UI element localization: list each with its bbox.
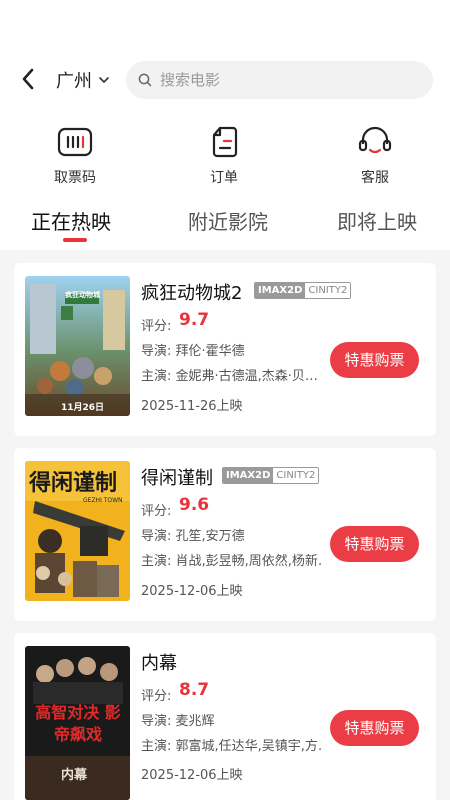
cast-line: 主演: 金妮弗·古德温,杰森·贝…	[141, 369, 318, 384]
movie-score: 8.7	[179, 680, 210, 700]
cast-line: 主演: 肖战,彭昱畅,周依然,杨新…	[141, 554, 323, 569]
ticket-code-icon	[57, 127, 93, 157]
buy-ticket-button[interactable]: 特惠购票	[330, 342, 419, 378]
city-selector[interactable]: 广州	[56, 67, 110, 93]
movie-score: 9.6	[179, 495, 210, 515]
customer-service-button[interactable]: 客服	[335, 122, 415, 187]
release-date: 2025-12-06上映	[141, 584, 243, 599]
poster-title: 得闲谨制	[29, 470, 118, 496]
poster-badge: GEZHI TOWN	[83, 497, 123, 504]
order-label: 订单	[210, 170, 238, 186]
tag-imax: IMAX2D	[255, 283, 306, 298]
movie-card[interactable]: 得闲谨制 GEZHI TOWN 得闲谨制 IMAX2D CINITY2 评分: …	[14, 448, 436, 621]
release-date: 2025-12-06上映	[141, 768, 243, 783]
tab-coming-soon[interactable]: 即将上映	[337, 206, 417, 235]
search-input[interactable]	[160, 71, 400, 89]
tag-cinity: CINITY2	[305, 283, 351, 298]
movie-poster[interactable]: 高智对决 影帝飙戏 内幕	[25, 646, 130, 800]
poster-title: 内幕	[61, 768, 88, 783]
director-line: 导演: 拜伦·霍华德	[141, 344, 245, 359]
ticket-code-label: 取票码	[54, 170, 96, 186]
movie-card[interactable]: 高智对决 影帝飙戏 内幕 内幕 评分: 8.7 导演: 麦兆辉 主演: 郭富城,…	[14, 633, 436, 800]
movie-card[interactable]: 疯狂动物城 11月26日 疯狂动物城2 IMAX2D CINITY2 评分: 9…	[14, 263, 436, 436]
format-tags: IMAX2D CINITY2	[254, 282, 352, 299]
movie-title[interactable]: 疯狂动物城2	[141, 279, 242, 305]
tag-imax: IMAX2D	[223, 468, 274, 483]
search-icon	[138, 73, 152, 87]
tab-nearby-cinemas[interactable]: 附近影院	[188, 206, 268, 235]
score-label: 评分:	[141, 504, 172, 519]
cast-line: 主演: 郭富城,任达华,吴镇宇,方…	[141, 739, 323, 754]
order-button[interactable]: 订单	[184, 122, 264, 187]
buy-ticket-button[interactable]: 特惠购票	[330, 710, 419, 746]
poster-date: 11月26日	[61, 403, 105, 413]
movie-score: 9.7	[179, 310, 210, 330]
order-icon	[212, 126, 238, 158]
customer-service-label: 客服	[361, 170, 389, 186]
poster-badge: 疯狂动物城	[65, 291, 100, 299]
score-label: 评分:	[141, 689, 172, 704]
director-line: 导演: 麦兆辉	[141, 714, 215, 729]
search-bar[interactable]	[126, 61, 433, 99]
score-label: 评分:	[141, 319, 172, 334]
active-tab-indicator	[63, 238, 87, 242]
back-arrow-icon[interactable]	[18, 66, 40, 92]
movie-poster[interactable]: 疯狂动物城 11月26日	[25, 276, 130, 416]
tab-now-showing[interactable]: 正在热映	[31, 206, 111, 235]
movie-title[interactable]: 得闲谨制	[141, 464, 213, 490]
format-tags: IMAX2D CINITY2	[222, 467, 320, 484]
release-date: 2025-11-26上映	[141, 399, 243, 414]
poster-tagline: 高智对决 影帝飙戏	[35, 703, 121, 744]
tag-cinity: CINITY2	[273, 468, 319, 483]
movie-poster[interactable]: 得闲谨制 GEZHI TOWN	[25, 461, 130, 601]
movie-title[interactable]: 内幕	[141, 649, 177, 675]
director-line: 导演: 孔笙,安万德	[141, 529, 245, 544]
chevron-down-icon	[99, 77, 109, 84]
city-name: 广州	[56, 71, 92, 92]
buy-ticket-button[interactable]: 特惠购票	[330, 526, 419, 562]
headset-icon	[358, 126, 392, 154]
ticket-code-button[interactable]: 取票码	[35, 122, 115, 187]
